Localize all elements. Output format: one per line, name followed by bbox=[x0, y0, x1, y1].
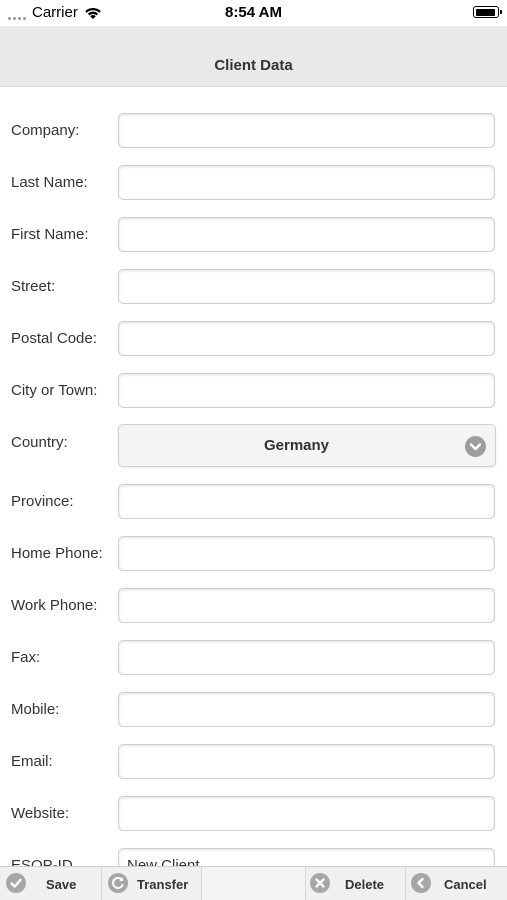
chevron-down-icon bbox=[465, 436, 486, 457]
fax-label: Fax: bbox=[11, 649, 41, 666]
save-label: Save bbox=[46, 877, 77, 892]
cancel-label: Cancel bbox=[444, 877, 487, 892]
city-field[interactable] bbox=[118, 373, 495, 408]
refresh-icon bbox=[108, 873, 128, 893]
street-field[interactable] bbox=[118, 269, 495, 304]
delete-label: Delete bbox=[345, 877, 385, 892]
check-circle-icon bbox=[6, 873, 26, 893]
transfer-button[interactable]: Transfer bbox=[102, 867, 202, 900]
bottom-toolbar: Save Transfer Delete Cancel bbox=[0, 866, 507, 900]
company-field[interactable] bbox=[118, 113, 495, 148]
x-circle-icon bbox=[310, 873, 330, 893]
cancel-button[interactable]: Cancel bbox=[406, 867, 507, 900]
transfer-label: Transfer bbox=[137, 877, 189, 892]
esop-id-label: ESOP-ID bbox=[11, 857, 73, 866]
status-time: 8:54 AM bbox=[225, 4, 282, 21]
mobile-label: Mobile: bbox=[11, 701, 60, 718]
first-name-label: First Name: bbox=[11, 226, 89, 243]
navigation-header: Client Data bbox=[0, 26, 507, 87]
website-label: Website: bbox=[11, 805, 70, 822]
country-label: Country: bbox=[11, 434, 68, 451]
page-title: Client Data bbox=[214, 57, 293, 74]
province-label: Province: bbox=[11, 493, 74, 510]
mobile-field[interactable] bbox=[118, 692, 495, 727]
home-phone-label: Home Phone: bbox=[11, 545, 103, 562]
city-label: City or Town: bbox=[11, 382, 98, 399]
client-form: Company: Last Name: First Name: Street: … bbox=[0, 88, 507, 866]
company-label: Company: bbox=[11, 122, 80, 139]
postal-code-field[interactable] bbox=[118, 321, 495, 356]
fax-field[interactable] bbox=[118, 640, 495, 675]
last-name-label: Last Name: bbox=[11, 174, 88, 191]
email-label: Email: bbox=[11, 753, 53, 770]
home-phone-field[interactable] bbox=[118, 536, 495, 571]
work-phone-label: Work Phone: bbox=[11, 597, 98, 614]
work-phone-field[interactable] bbox=[118, 588, 495, 623]
battery-icon bbox=[473, 6, 502, 18]
last-name-field[interactable] bbox=[118, 165, 495, 200]
toolbar-spacer bbox=[202, 867, 306, 900]
esop-id-field[interactable] bbox=[118, 848, 495, 866]
postal-code-label: Postal Code: bbox=[11, 330, 97, 347]
status-bar: Carrier 8:54 AM bbox=[0, 0, 507, 26]
website-field[interactable] bbox=[118, 796, 495, 831]
province-field[interactable] bbox=[118, 484, 495, 519]
back-arrow-icon bbox=[411, 873, 431, 893]
email-field[interactable] bbox=[118, 744, 495, 779]
country-selected-value: Germany bbox=[263, 437, 330, 454]
delete-button[interactable]: Delete bbox=[306, 867, 406, 900]
country-select[interactable]: Germany bbox=[118, 424, 496, 467]
street-label: Street: bbox=[11, 278, 56, 295]
first-name-field[interactable] bbox=[118, 217, 495, 252]
save-button[interactable]: Save bbox=[0, 867, 102, 900]
